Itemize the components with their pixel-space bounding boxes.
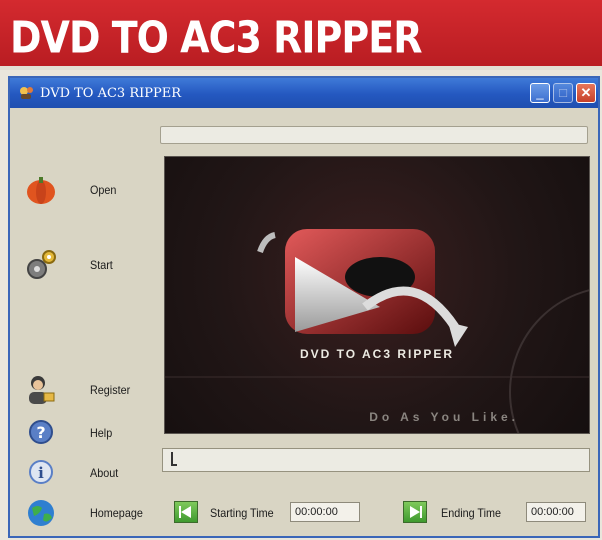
homepage-label: Homepage <box>90 506 143 520</box>
minimize-button[interactable]: _ <box>530 83 550 103</box>
minimize-icon: _ <box>536 85 544 100</box>
help-button[interactable]: ? Help <box>20 416 140 452</box>
preview-slogan: Do As You Like. <box>369 410 519 424</box>
magazine-banner: DVD TO AC3 RIPPER <box>0 0 602 70</box>
register-label: Register <box>90 383 131 397</box>
dvd-logo-icon <box>165 229 589 433</box>
close-icon: ✕ <box>580 85 592 100</box>
title-bar[interactable]: DVD TO AC3 RIPPER _ □ ✕ <box>10 78 598 108</box>
ending-time-field[interactable]: 00:00:00 <box>526 502 586 522</box>
window-title: DVD TO AC3 RIPPER <box>40 86 182 101</box>
set-starting-time-button[interactable] <box>174 501 198 523</box>
maximize-button[interactable]: □ <box>553 83 573 103</box>
banner-title: DVD TO AC3 RIPPER <box>10 12 422 63</box>
start-button[interactable]: Start <box>20 248 140 284</box>
svg-text:i: i <box>38 464 44 482</box>
arrow-right-icon <box>410 506 422 518</box>
about-label: About <box>90 466 119 480</box>
open-label: Open <box>90 183 117 197</box>
app-window: DVD TO AC3 RIPPER _ □ ✕ Open Start Regis… <box>8 76 600 538</box>
help-label: Help <box>90 426 113 440</box>
set-ending-time-button[interactable] <box>403 501 427 523</box>
close-button[interactable]: ✕ <box>576 83 596 103</box>
starting-time-label: Starting Time <box>210 506 274 520</box>
register-button[interactable]: Register <box>20 373 140 409</box>
seek-thumb[interactable] <box>171 452 177 466</box>
status-bar <box>160 126 588 144</box>
video-preview: DVD TO AC3 RIPPER Do As You Like. <box>164 156 590 434</box>
about-button[interactable]: i About <box>20 456 140 492</box>
preview-logo-text: DVD TO AC3 RIPPER <box>299 347 455 361</box>
gears-icon <box>27 250 56 279</box>
register-person-icon <box>29 376 55 404</box>
help-icon: ? <box>29 420 53 444</box>
starting-time-field[interactable]: 00:00:00 <box>290 502 360 522</box>
maximize-icon: □ <box>559 85 567 100</box>
ending-time-label: Ending Time <box>441 506 502 520</box>
globe-icon <box>28 500 54 526</box>
arrow-left-icon <box>179 506 191 518</box>
seek-slider[interactable] <box>162 448 590 472</box>
info-icon: i <box>29 460 53 484</box>
homepage-button[interactable]: Homepage <box>20 496 145 532</box>
app-logo-icon <box>20 87 33 99</box>
svg-text:?: ? <box>36 423 45 442</box>
pumpkin-icon <box>27 177 55 204</box>
open-button[interactable]: Open <box>20 173 140 209</box>
start-label: Start <box>90 258 113 272</box>
